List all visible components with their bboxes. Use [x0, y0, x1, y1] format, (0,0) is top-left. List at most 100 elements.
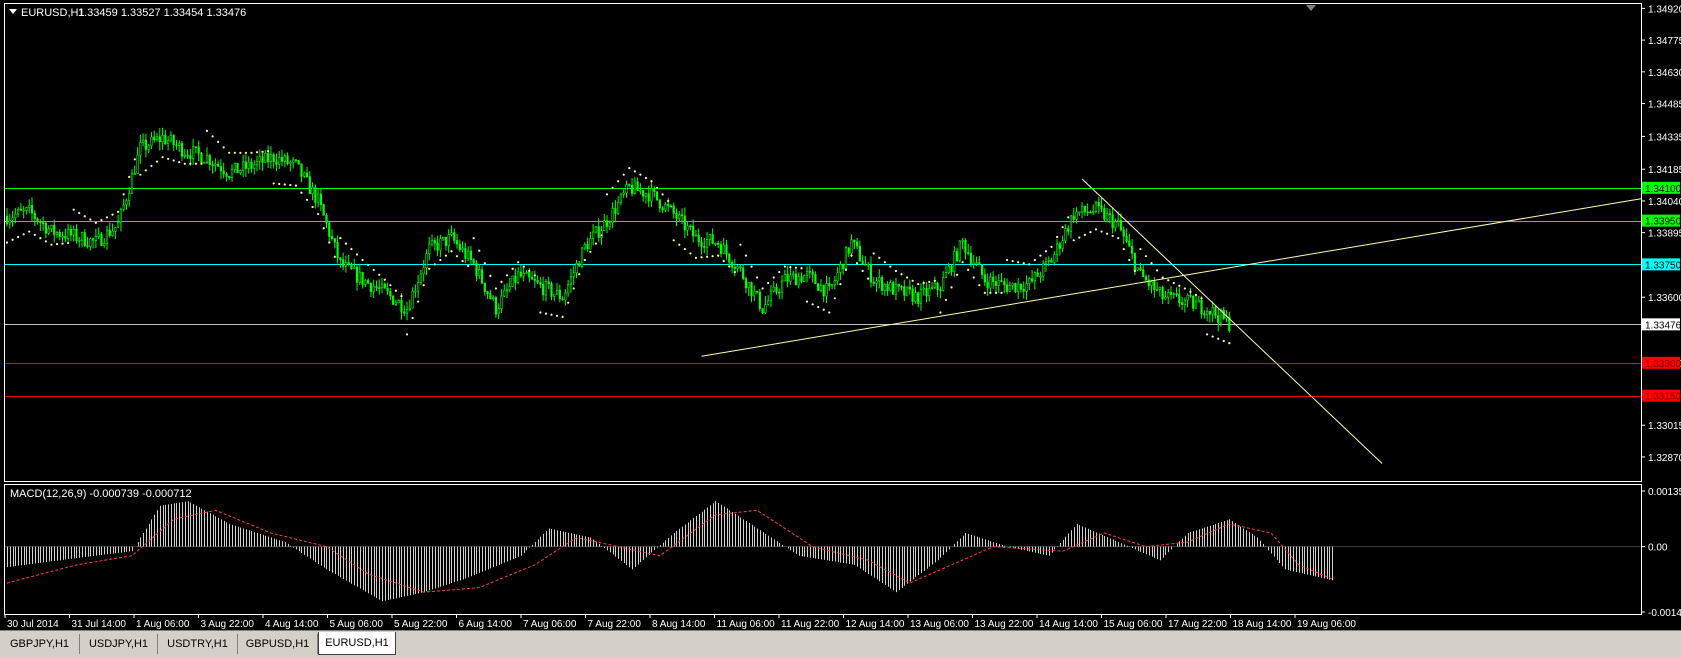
- chart-area[interactable]: 1.34920 1.34775 1.34630 1.34485 1.34335 1.341…: [0, 0, 1681, 630]
- candle-body: [808, 270, 811, 273]
- candle-body: [680, 214, 684, 217]
- sar-dot: [1167, 279, 1170, 282]
- sar-dot: [33, 233, 36, 236]
- candle-body: [1103, 208, 1106, 220]
- macd-tick-label: -0.00148: [1648, 608, 1681, 619]
- candle-body: [197, 146, 200, 154]
- sar-dot: [561, 315, 564, 318]
- candle-body: [822, 284, 825, 297]
- tab-usdjpy[interactable]: USDJPY,H1: [80, 634, 158, 654]
- candle-body: [944, 272, 948, 279]
- sar-dot: [1217, 337, 1220, 340]
- sar-dot: [122, 193, 125, 196]
- sar-dot: [78, 211, 81, 215]
- tab-eurusd[interactable]: EURUSD,H1: [318, 632, 396, 655]
- candle-body: [800, 276, 803, 282]
- candle-body: [775, 286, 778, 293]
- candle-body: [1064, 228, 1067, 241]
- candle-body: [753, 291, 756, 297]
- sar-dot: [983, 291, 986, 294]
- tab-gbpusd[interactable]: GBPUSD,H1: [238, 634, 318, 654]
- candle-body: [192, 146, 195, 160]
- sar-dot: [155, 160, 159, 163]
- candle-body: [511, 275, 514, 287]
- sar-dot: [767, 281, 770, 285]
- sar-dot: [572, 287, 575, 290]
- sar-dot: [1228, 342, 1231, 345]
- price-tick-label: 1.34775: [1648, 36, 1681, 47]
- candle-body: [983, 274, 986, 283]
- candle-body: [633, 181, 636, 194]
- candle-body: [650, 188, 653, 202]
- sar-dot: [333, 255, 336, 258]
- sar-dot: [489, 274, 492, 277]
- candle-body: [758, 291, 761, 309]
- candle-body: [239, 170, 242, 174]
- candle-body: [1078, 211, 1081, 214]
- candle-body: [778, 291, 781, 294]
- candle-body: [786, 274, 789, 282]
- sar-dot: [328, 241, 331, 244]
- candle-body: [425, 253, 428, 268]
- candle-body: [630, 185, 634, 194]
- candle-body: [955, 251, 959, 261]
- candle-body: [180, 143, 184, 157]
- sar-dot: [1017, 261, 1020, 264]
- candle-body: [336, 242, 339, 259]
- time-tick-label: 7 Aug 22:00: [588, 619, 642, 630]
- sar-dot: [1044, 250, 1048, 253]
- candle-body: [1089, 211, 1092, 214]
- sar-dot: [883, 261, 886, 264]
- candle-body: [978, 262, 981, 265]
- candle-body: [1072, 215, 1075, 220]
- candle-body: [592, 231, 595, 239]
- candle-body: [58, 232, 61, 237]
- candle-body: [383, 283, 386, 289]
- sar-dot: [844, 268, 848, 271]
- candle-body: [1019, 283, 1023, 290]
- candle-body: [797, 276, 800, 286]
- sar-dot: [228, 151, 231, 154]
- candle-body: [1017, 283, 1020, 292]
- sar-dot: [478, 249, 481, 252]
- sar-dot: [128, 175, 131, 178]
- candlestick-series: [5, 127, 1231, 333]
- tab-usdtry[interactable]: USDTRY,H1: [158, 634, 238, 654]
- sar-dot: [839, 282, 842, 286]
- collapse-arrow-icon[interactable]: [9, 9, 17, 14]
- sar-dot: [911, 279, 914, 282]
- price-level-tag-label: 1.33150: [1645, 392, 1681, 403]
- candle-body: [303, 172, 306, 177]
- candle-body: [880, 277, 884, 291]
- candle-body: [1083, 205, 1086, 213]
- sar-dot: [789, 266, 792, 269]
- candle-body: [530, 276, 534, 280]
- macd-signal-path: [6, 509, 1333, 593]
- sar-dot: [417, 300, 420, 303]
- sar-dot: [1105, 232, 1109, 235]
- candle-body: [339, 257, 342, 261]
- sar-dot: [1128, 258, 1131, 262]
- sar-dot: [744, 254, 748, 257]
- candle-body: [422, 267, 425, 275]
- sar-dot: [372, 268, 375, 271]
- candle-body: [311, 187, 314, 194]
- sar-dot: [183, 162, 186, 165]
- candle-body: [1011, 282, 1014, 286]
- sar-dot: [644, 176, 648, 180]
- candle-body: [164, 135, 167, 145]
- candle-body: [1111, 214, 1114, 229]
- price-tick-label: 1.33600: [1648, 293, 1681, 304]
- candle-body: [997, 280, 1000, 287]
- sar-dot: [211, 135, 214, 138]
- tab-gbpjpy[interactable]: GBPJPY,H1: [0, 634, 80, 654]
- sar-dot: [1039, 254, 1042, 257]
- shift-marker-icon[interactable]: [1306, 5, 1316, 11]
- sar-dot: [94, 221, 97, 224]
- candle-body: [1200, 299, 1203, 314]
- candle-body: [472, 259, 475, 264]
- candle-body: [750, 282, 753, 297]
- time-tick-label: 19 Aug 06:00: [1297, 619, 1356, 630]
- candle-body: [378, 287, 381, 290]
- candle-body: [205, 155, 209, 163]
